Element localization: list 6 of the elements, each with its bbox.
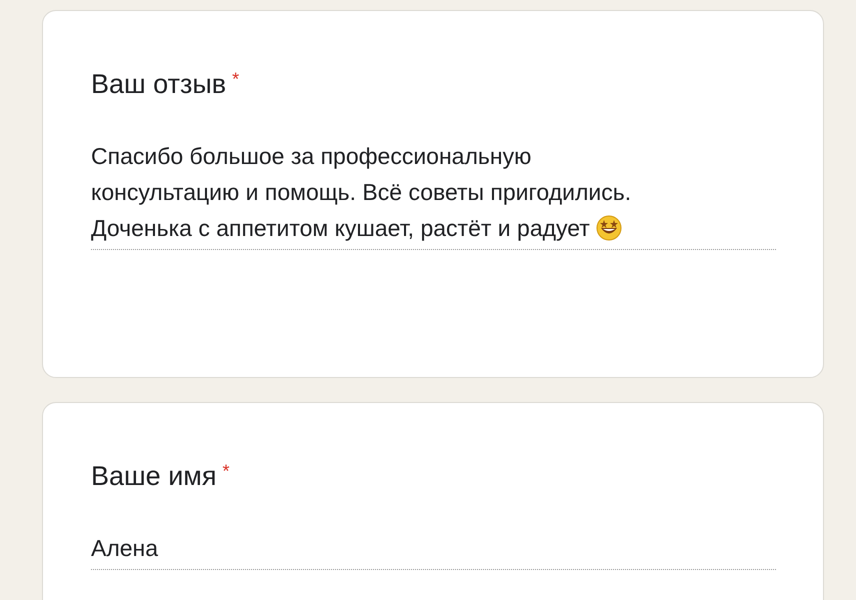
- required-asterisk: *: [232, 69, 240, 89]
- question-title: Ваш отзыв: [91, 69, 226, 99]
- required-asterisk: *: [222, 461, 230, 481]
- question-title: Ваше имя: [91, 461, 216, 491]
- answer-field[interactable]: Алена: [91, 530, 776, 570]
- answer-field[interactable]: Спасибо большое за профессиональную консультацию и помощь. Всё советы пригодились. Доченька с аппетитом кушает, растёт и радует: [91, 138, 776, 250]
